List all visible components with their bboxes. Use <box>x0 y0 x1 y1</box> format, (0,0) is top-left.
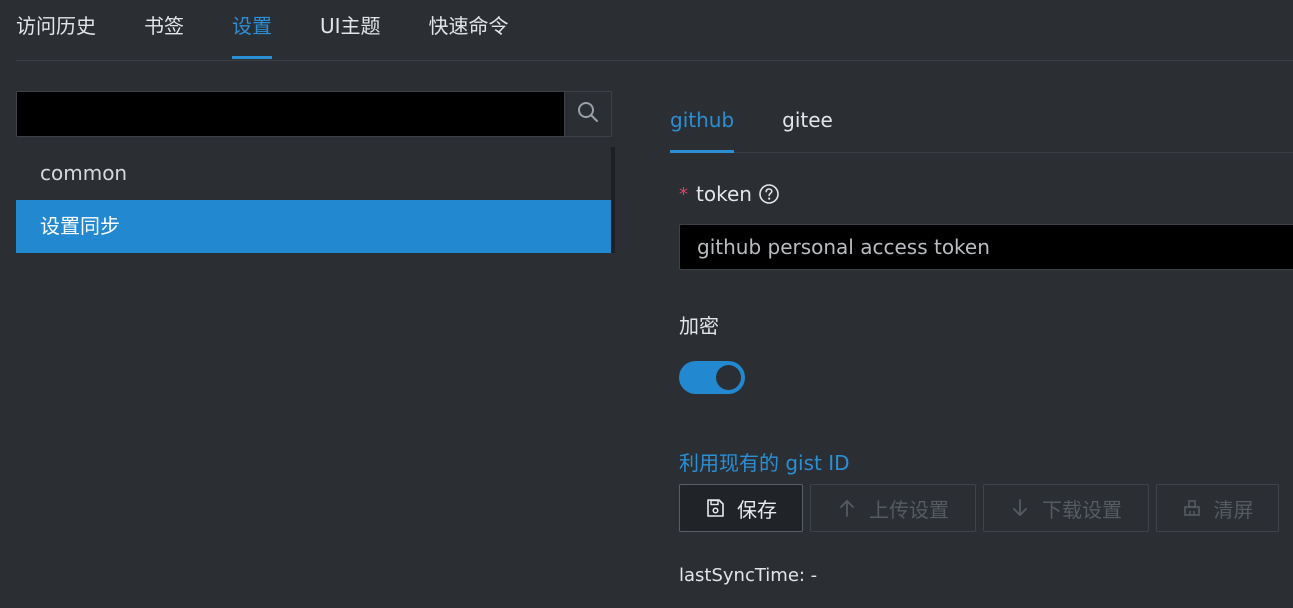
save-button[interactable]: 保存 <box>679 484 803 532</box>
arrow-down-icon <box>1010 498 1030 518</box>
upload-settings-button[interactable]: 上传设置 <box>810 484 976 532</box>
tab-settings[interactable]: 设置 <box>232 0 272 59</box>
clear-button[interactable]: 清屏 <box>1156 484 1279 532</box>
settings-search <box>16 91 612 137</box>
tab-ui-theme[interactable]: UI主题 <box>320 0 381 59</box>
download-settings-button[interactable]: 下载设置 <box>983 484 1149 532</box>
tab-history[interactable]: 访问历史 <box>16 0 96 59</box>
sync-provider-tabs: github gitee <box>670 90 1293 153</box>
tab-github[interactable]: github <box>670 90 735 153</box>
nav-scrollbar[interactable] <box>611 147 615 253</box>
toggle-knob <box>716 365 741 390</box>
nav-item-common[interactable]: common <box>16 147 612 200</box>
nav-item-sync-settings[interactable]: 设置同步 <box>16 200 612 253</box>
token-label-text: token <box>696 182 752 206</box>
encrypt-label: 加密 <box>679 314 719 338</box>
last-sync-time: lastSyncTime: - <box>679 565 818 586</box>
token-field-label: * token <box>679 182 780 206</box>
required-mark: * <box>679 183 688 205</box>
save-button-label: 保存 <box>737 497 777 522</box>
search-icon <box>577 101 599 127</box>
token-input[interactable] <box>679 224 1293 270</box>
encrypt-toggle[interactable] <box>679 361 745 394</box>
upload-button-label: 上传设置 <box>869 497 949 522</box>
use-existing-gist-link[interactable]: 利用现有的 gist ID <box>679 447 850 476</box>
save-icon <box>705 498 725 518</box>
download-button-label: 下载设置 <box>1042 497 1122 522</box>
arrow-up-icon <box>837 498 857 518</box>
settings-nav-list: common 设置同步 <box>16 147 612 253</box>
sync-action-buttons: 保存 上传设置 下载设置 清屏 <box>679 484 1286 532</box>
clear-icon <box>1182 498 1202 518</box>
search-input[interactable] <box>17 92 564 136</box>
tab-bookmarks[interactable]: 书签 <box>144 0 184 59</box>
tab-gitee[interactable]: gitee <box>782 90 833 152</box>
search-button[interactable] <box>564 92 611 136</box>
top-tab-bar: 访问历史 书签 设置 UI主题 快速命令 <box>16 0 1293 61</box>
question-circle-icon[interactable] <box>758 183 780 205</box>
clear-button-label: 清屏 <box>1213 497 1254 522</box>
tab-quick-commands[interactable]: 快速命令 <box>429 0 509 59</box>
